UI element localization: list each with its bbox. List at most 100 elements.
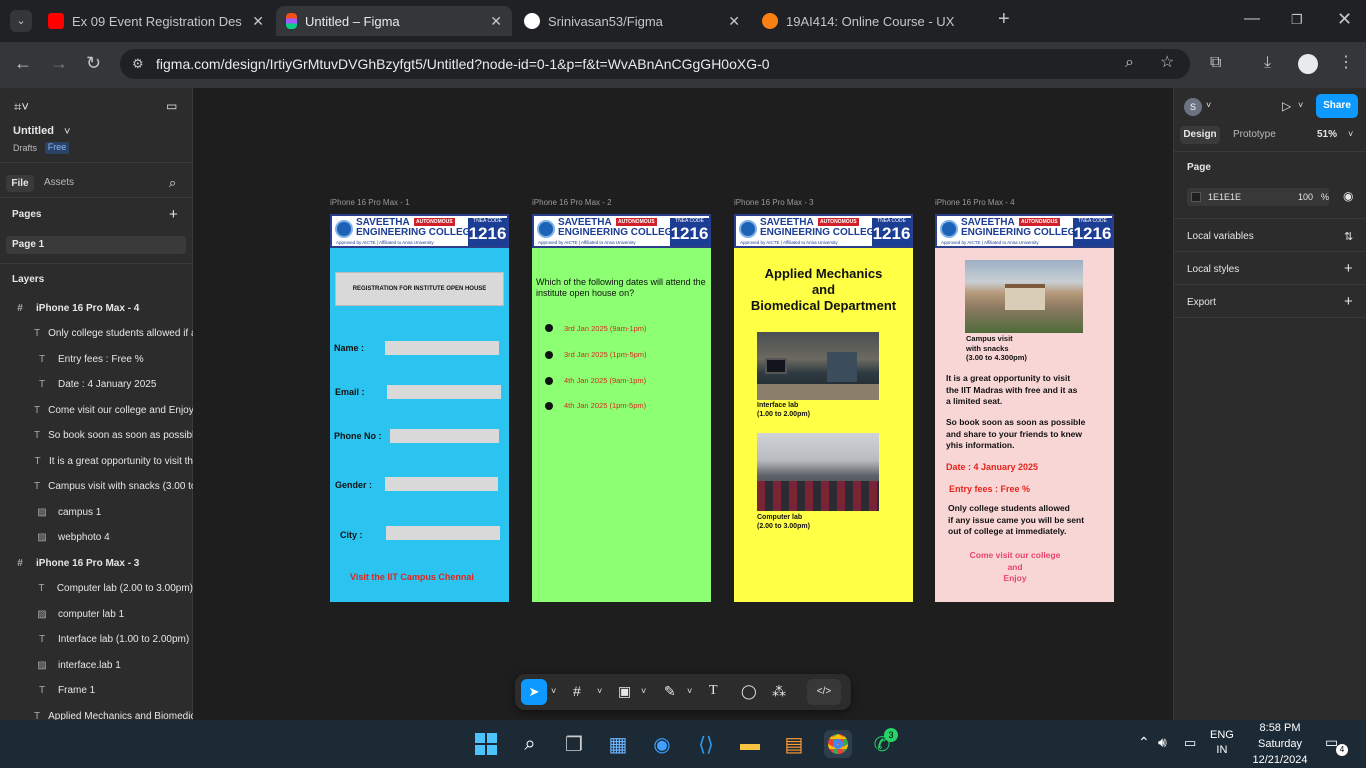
back-icon[interactable]: ← bbox=[14, 54, 32, 72]
layer-row[interactable]: ▨ computer lab 1 bbox=[0, 603, 193, 625]
layer-frame-row[interactable]: # iPhone 16 Pro Max - 3 bbox=[0, 552, 193, 574]
clock[interactable]: 8:58 PM Saturday 12/21/2024 bbox=[1245, 720, 1315, 768]
search-icon[interactable]: ⌕ bbox=[169, 175, 183, 191]
layer-row[interactable]: T Only college students allowed if a bbox=[0, 323, 193, 345]
close-tab-icon[interactable]: ✕ bbox=[490, 13, 502, 30]
iphone-frame-3[interactable]: SAVEETHA ENGINEERING COLLEGE AUTONOMOUS App… bbox=[734, 214, 913, 602]
iphone-frame-4[interactable]: SAVEETHA ENGINEERING COLLEGE AUTONOMOUS App… bbox=[935, 214, 1114, 602]
download-icon[interactable]: ⤓ bbox=[1264, 55, 1271, 71]
minimize-icon[interactable]: — bbox=[1244, 11, 1260, 27]
layer-row[interactable]: ▨ campus 1 bbox=[0, 501, 193, 523]
local-variables-label[interactable]: Local variables bbox=[1187, 231, 1254, 242]
figma-menu-icon[interactable]: ⌗˅ bbox=[14, 99, 44, 115]
frame-label[interactable]: iPhone 16 Pro Max - 3 bbox=[734, 198, 814, 207]
share-button[interactable]: Share bbox=[1316, 94, 1358, 118]
layer-row[interactable]: T Interface lab (1.00 to 2.00pm) bbox=[0, 629, 193, 651]
layer-row[interactable]: ▨ interface.lab 1 bbox=[0, 654, 193, 676]
pen-tool-icon[interactable]: ✎ bbox=[664, 683, 676, 700]
layer-row[interactable]: T Frame 1 bbox=[0, 680, 193, 702]
option-radio-1[interactable] bbox=[545, 324, 553, 332]
bookmark-star-icon[interactable]: ☆ bbox=[1160, 55, 1174, 71]
search-icon[interactable]: ⌕ bbox=[516, 730, 544, 758]
export-label[interactable]: Export bbox=[1187, 297, 1216, 308]
local-styles-label[interactable]: Local styles bbox=[1187, 264, 1239, 275]
iphone-frame-2[interactable]: SAVEETHA ENGINEERING COLLEGE AUTONOMOUS App… bbox=[532, 214, 711, 602]
extensions-icon[interactable]: ⧉ bbox=[1210, 55, 1221, 71]
restore-icon[interactable]: ❐ bbox=[1291, 12, 1303, 28]
task-view-icon[interactable]: ❐ bbox=[560, 730, 588, 758]
option-radio-4[interactable] bbox=[545, 402, 553, 410]
close-tab-icon[interactable]: ✕ bbox=[252, 13, 264, 30]
move-tool-icon[interactable]: ➤ bbox=[521, 679, 547, 705]
store-icon[interactable]: ▤ bbox=[780, 730, 808, 758]
frame-label[interactable]: iPhone 16 Pro Max - 1 bbox=[330, 198, 410, 207]
file-name[interactable]: Untitled bbox=[13, 125, 206, 137]
option-radio-2[interactable] bbox=[545, 351, 553, 359]
chevron-down-icon[interactable]: ˅ bbox=[687, 686, 692, 696]
address-bar[interactable]: ⚙ figma.com/design/IrtiyGrMtuvDVGhBzyfgt… bbox=[120, 49, 1190, 79]
site-info-icon[interactable]: ⚙ bbox=[132, 56, 144, 72]
chevron-down-icon[interactable]: ˅ bbox=[551, 686, 556, 696]
panel-toggle-icon[interactable]: ▭ bbox=[166, 99, 182, 113]
layer-row[interactable]: T Entry fees : Free % bbox=[0, 348, 193, 370]
profile-icon[interactable] bbox=[1298, 54, 1318, 74]
widgets-icon[interactable]: ▦ bbox=[604, 730, 632, 758]
language-indicator[interactable]: ENG IN bbox=[1210, 728, 1234, 758]
tray-chevron-icon[interactable]: ⌃ bbox=[1138, 734, 1150, 751]
layer-row[interactable]: T It is a great opportunity to visit th bbox=[0, 450, 193, 472]
battery-icon[interactable]: ▭ bbox=[1184, 735, 1196, 751]
chevron-down-icon[interactable]: ˅ bbox=[1348, 129, 1353, 139]
browser-tab-3[interactable]: 19AI414: Online Course - UX De bbox=[752, 6, 988, 36]
gender-input[interactable] bbox=[385, 477, 498, 491]
email-input[interactable] bbox=[387, 385, 501, 399]
avatar[interactable]: S bbox=[1184, 98, 1202, 116]
browser-menu-icon[interactable]: ⋮ bbox=[1338, 55, 1354, 71]
add-style-icon[interactable]: + bbox=[1344, 260, 1353, 277]
layer-frame-row[interactable]: # iPhone 16 Pro Max - 4 bbox=[0, 297, 193, 319]
close-tab-icon[interactable]: ✕ bbox=[728, 13, 740, 30]
zoom-icon[interactable]: ⌕ bbox=[1125, 55, 1134, 71]
name-input[interactable] bbox=[385, 341, 499, 355]
dev-mode-icon[interactable]: </> bbox=[807, 679, 841, 705]
image-tool-icon[interactable]: ▣ bbox=[618, 683, 631, 700]
layer-row[interactable]: T Campus visit with snacks (3.00 to bbox=[0, 476, 193, 498]
browser-tab-0[interactable]: Ex 09 Event Registration Design ✕ bbox=[38, 6, 274, 36]
chevron-down-icon[interactable]: ˅ bbox=[641, 686, 646, 696]
page-item[interactable]: Page 1 bbox=[6, 236, 186, 254]
option-radio-3[interactable] bbox=[545, 377, 553, 385]
tab-search-icon[interactable]: ⌄ bbox=[10, 10, 32, 32]
color-swatch[interactable] bbox=[1191, 192, 1201, 202]
start-icon[interactable] bbox=[472, 730, 500, 758]
chevron-down-icon[interactable]: ˅ bbox=[1206, 100, 1211, 110]
tab-design[interactable]: Design bbox=[1180, 126, 1220, 144]
add-export-icon[interactable]: + bbox=[1344, 293, 1353, 310]
text-tool-icon[interactable]: T bbox=[709, 683, 718, 699]
present-icon[interactable]: ▷ bbox=[1282, 99, 1291, 113]
add-page-icon[interactable]: + bbox=[169, 206, 183, 223]
tab-file[interactable]: File bbox=[6, 175, 34, 192]
layer-row[interactable]: T Computer lab (2.00 to 3.00pm) bbox=[0, 578, 193, 600]
layer-row[interactable]: T Come visit our college and Enjoy bbox=[0, 399, 193, 421]
volume-icon[interactable]: 🔊︎ bbox=[1158, 734, 1167, 751]
new-tab-icon[interactable]: + bbox=[998, 9, 1010, 29]
comment-tool-icon[interactable]: ◯ bbox=[741, 683, 757, 700]
browser-tab-1[interactable]: Untitled – Figma ✕ bbox=[276, 6, 512, 36]
phone-input[interactable] bbox=[390, 429, 499, 443]
edge-icon[interactable]: ◉ bbox=[648, 730, 676, 758]
page-opacity[interactable]: 100 bbox=[1298, 192, 1313, 202]
chevron-down-icon[interactable]: ˅ bbox=[597, 686, 602, 696]
variables-icon[interactable]: ⇅ bbox=[1344, 230, 1353, 243]
chevron-down-icon[interactable]: ˅ bbox=[1298, 100, 1303, 110]
vscode-icon[interactable]: ⟨⟩ bbox=[692, 730, 720, 758]
iphone-frame-1[interactable]: SAVEETHA ENGINEERING COLLEGE AUTONOMOUS App… bbox=[330, 214, 509, 602]
layer-row[interactable]: ▨ webphoto 4 bbox=[0, 527, 193, 549]
layer-row[interactable]: T Date : 4 January 2025 bbox=[0, 374, 193, 396]
eye-icon[interactable]: ◉ bbox=[1343, 189, 1353, 203]
forward-icon[interactable]: → bbox=[50, 54, 68, 72]
reload-icon[interactable]: ↻ bbox=[86, 54, 101, 72]
tab-assets[interactable]: Assets bbox=[44, 177, 84, 188]
tab-prototype[interactable]: Prototype bbox=[1233, 129, 1276, 140]
browser-tab-2[interactable]: Srinivasan53/Figma ✕ bbox=[514, 6, 750, 36]
frame-label[interactable]: iPhone 16 Pro Max - 2 bbox=[532, 198, 612, 207]
frame-label[interactable]: iPhone 16 Pro Max - 4 bbox=[935, 198, 1015, 207]
